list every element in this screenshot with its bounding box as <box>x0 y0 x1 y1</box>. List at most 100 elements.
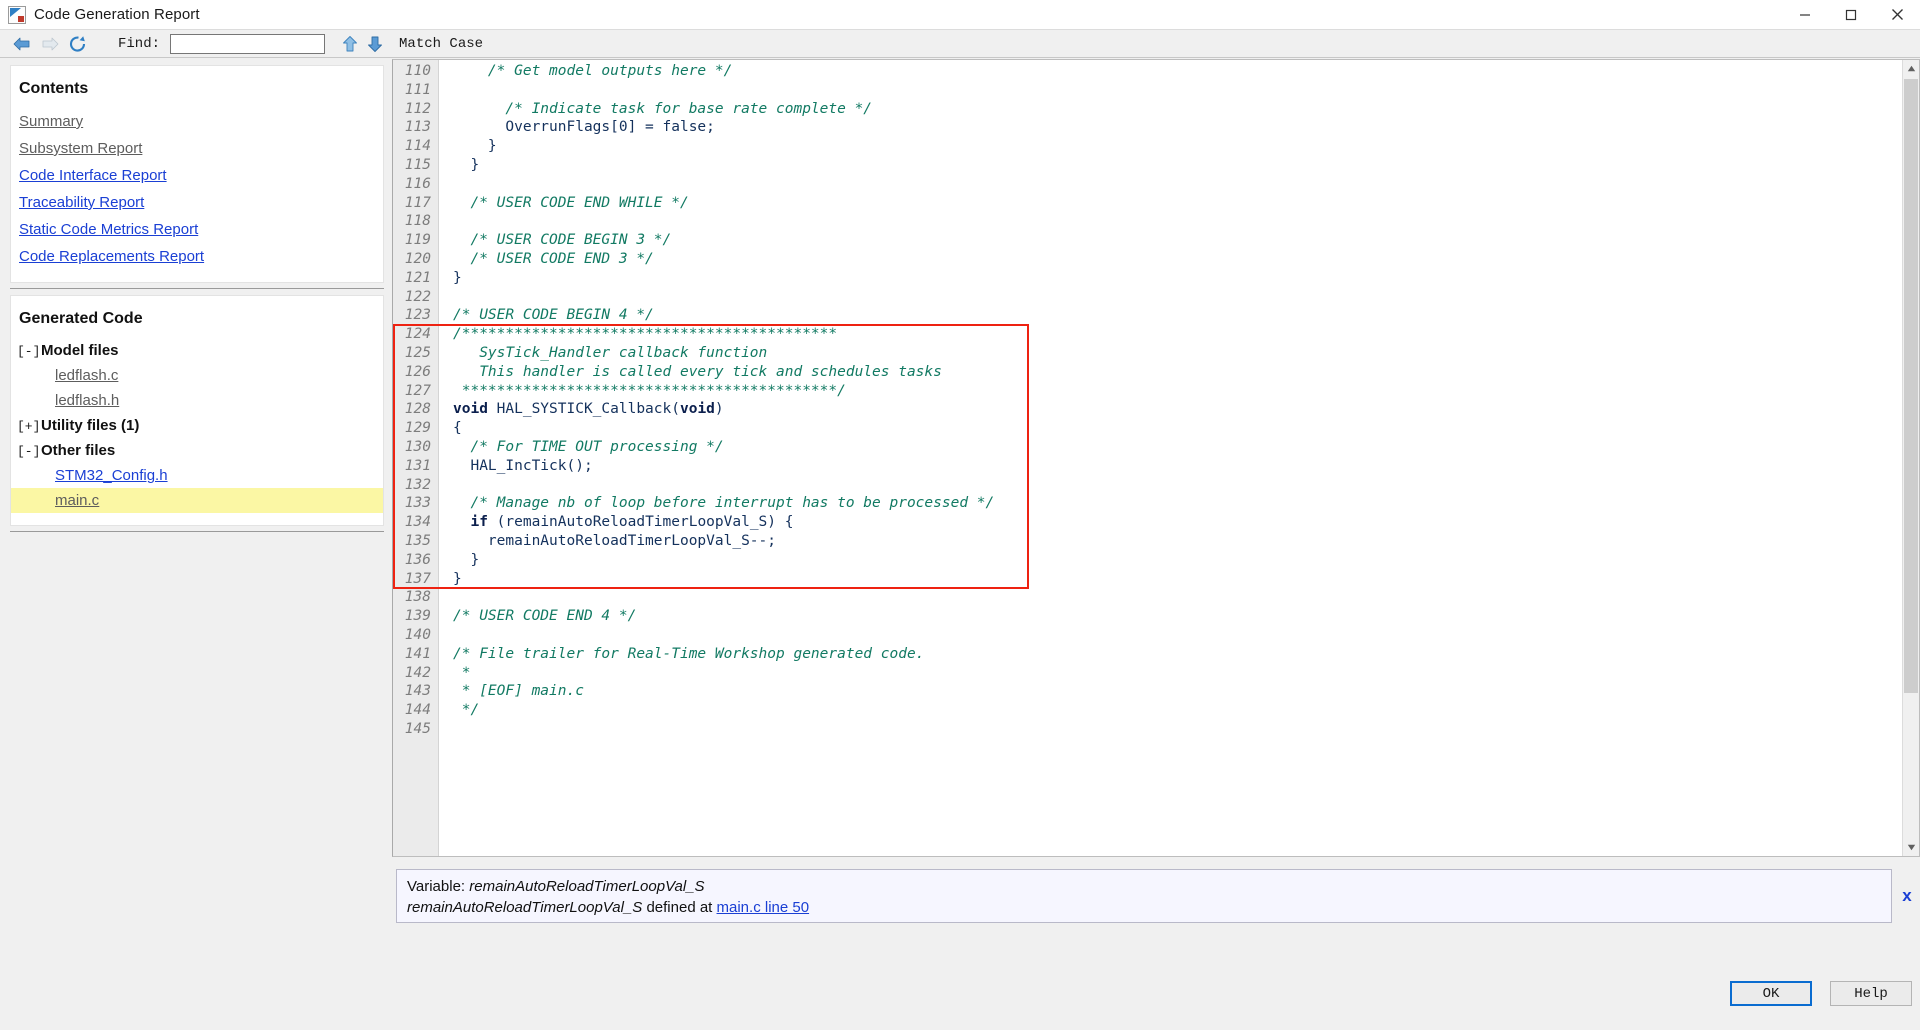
variable-definition-link[interactable]: main.c line 50 <box>717 899 810 916</box>
code-token: { <box>453 420 462 437</box>
line-text: /* Get model outputs here */ <box>439 62 732 81</box>
code-line: 116 <box>393 175 1902 194</box>
line-number: 119 <box>404 232 431 249</box>
line-number: 139 <box>404 608 431 625</box>
line-text: /* USER CODE END 4 */ <box>439 607 636 626</box>
collapse-toggle-icon[interactable]: [-] <box>13 344 41 359</box>
code-line: 111 <box>393 81 1902 100</box>
code-pane: 110 /* Get model outputs here */111 112 /… <box>392 59 1920 969</box>
line-number: 141 <box>404 645 431 662</box>
tree-group-label: Other files <box>41 442 116 459</box>
line-number: 138 <box>404 589 431 606</box>
contents-link-code-interface-report[interactable]: Code Interface Report <box>11 162 383 189</box>
file-link-label: main.c <box>55 492 100 509</box>
code-line: 121} <box>393 269 1902 288</box>
find-label: Find: <box>118 35 161 52</box>
generated-code-heading: Generated Code <box>19 310 143 327</box>
close-button[interactable] <box>1874 0 1920 29</box>
file-link-ledflash-h[interactable]: ledflash.h <box>55 388 383 413</box>
contents-link-summary[interactable]: Summary <box>11 108 383 135</box>
variable-info-line1: Variable: remainAutoReloadTimerLoopVal_S <box>407 876 1881 897</box>
find-previous-icon[interactable] <box>337 31 362 57</box>
title-bar: Code Generation Report <box>0 0 1920 29</box>
tree-group-label: Utility files (1) <box>41 417 140 434</box>
code-comment: /* USER CODE BEGIN 4 */ <box>453 307 654 324</box>
ok-button[interactable]: OK <box>1730 981 1812 1006</box>
contents-link-static-code-metrics-report[interactable]: Static Code Metrics Report <box>11 216 383 243</box>
line-number: 116 <box>404 175 431 192</box>
vertical-scrollbar[interactable] <box>1902 60 1919 856</box>
code-comment: * <box>453 664 471 681</box>
line-text: */ <box>439 701 479 720</box>
help-button[interactable]: Help <box>1830 981 1912 1006</box>
contents-link-code-replacements-report[interactable]: Code Replacements Report <box>11 243 383 270</box>
variable-name-2: remainAutoReloadTimerLoopVal_S <box>407 899 643 916</box>
contents-link-traceability-report[interactable]: Traceability Report <box>11 189 383 216</box>
file-link-main-c[interactable]: main.c <box>11 488 383 513</box>
generated-code-panel: Generated Code [-] Model files ledflash.c l… <box>10 295 384 526</box>
line-text <box>439 720 453 739</box>
line-text: /* USER CODE BEGIN 4 */ <box>439 306 654 325</box>
file-link-ledflash-c[interactable]: ledflash.c <box>55 363 383 388</box>
tree-group-other-files[interactable]: [-] Other files <box>11 438 383 463</box>
sidebar-divider <box>10 283 384 295</box>
code-line: 139 /* USER CODE END 4 */ <box>393 607 1902 626</box>
line-number: 133 <box>404 495 431 512</box>
line-number: 113 <box>404 119 431 136</box>
line-text: /***************************************… <box>439 325 837 344</box>
close-tooltip-icon[interactable]: x <box>1896 885 1918 907</box>
line-number: 131 <box>404 457 431 474</box>
code-comment: /* USER CODE END WHILE */ <box>453 194 689 211</box>
line-text: /* USER CODE END 3 */ <box>439 250 653 269</box>
scroll-up-icon[interactable] <box>1903 60 1919 77</box>
scroll-down-icon[interactable] <box>1903 839 1919 856</box>
code-line: 110 /* Get model outputs here */ <box>393 62 1902 81</box>
line-text: ****************************************… <box>439 382 846 401</box>
code-comment: ****************************************… <box>453 382 846 399</box>
contents-link-subsystem-report[interactable]: Subsystem Report <box>11 135 383 162</box>
code-comment: */ <box>453 702 480 719</box>
line-text: SysTick_Handler callback function <box>439 344 767 363</box>
find-next-icon[interactable] <box>362 31 387 57</box>
search-input[interactable] <box>170 33 326 54</box>
code-keyword: if <box>470 514 488 531</box>
line-text: * <box>439 664 471 683</box>
code-line: 112 /* Indicate task for base rate compl… <box>393 100 1902 119</box>
line-text: } <box>439 551 479 570</box>
code-line: 128 void HAL_SYSTICK_Callback(void) <box>393 400 1902 419</box>
code-line: 142 * <box>393 664 1902 683</box>
code-keyword: void <box>679 401 715 418</box>
refresh-icon[interactable] <box>64 31 92 57</box>
file-link-stm32-config-h[interactable]: STM32_Config.h <box>55 463 383 488</box>
line-text: void HAL_SYSTICK_Callback(void) <box>439 400 724 419</box>
line-text <box>439 588 453 607</box>
contents-panel: Contents Summary Subsystem Report Code Int… <box>10 65 384 283</box>
back-arrow-icon[interactable] <box>8 31 36 57</box>
code-line: 135 remainAutoReloadTimerLoopVal_S--; <box>393 532 1902 551</box>
collapse-toggle-icon[interactable]: [-] <box>13 444 41 459</box>
line-text: } <box>439 137 497 156</box>
minimize-button[interactable] <box>1782 0 1828 29</box>
file-tree: [-] Model files ledflash.c ledflash.h [+] Uti… <box>11 338 383 513</box>
code-comment: This handler is called every tick and sc… <box>453 363 942 380</box>
code-comment: /* For TIME OUT processing */ <box>453 438 724 455</box>
tree-group-model-files[interactable]: [-] Model files <box>11 338 383 363</box>
match-case-label[interactable]: Match Case <box>399 36 483 52</box>
line-number: 114 <box>404 138 431 155</box>
tree-group-utility-files-1-[interactable]: [+] Utility files (1) <box>11 413 383 438</box>
scrollbar-thumb[interactable] <box>1904 79 1918 693</box>
line-number: 123 <box>404 307 431 324</box>
line-text: /* Indicate task for base rate complete … <box>439 100 872 119</box>
expand-toggle-icon[interactable]: [+] <box>13 419 41 434</box>
code-comment: /* USER CODE BEGIN 3 */ <box>453 232 672 249</box>
code-line: 134 if (remainAutoReloadTimerLoopVal_S) … <box>393 513 1902 532</box>
defined-at-text: defined at <box>642 899 717 916</box>
maximize-button[interactable] <box>1828 0 1874 29</box>
line-number: 117 <box>404 194 431 211</box>
line-number: 122 <box>404 288 431 305</box>
line-text: HAL_IncTick(); <box>439 457 592 476</box>
line-number: 127 <box>404 382 431 399</box>
scrollbar-track[interactable] <box>1903 77 1919 839</box>
code-scroll-area[interactable]: 110 /* Get model outputs here */111 112 /… <box>393 60 1902 856</box>
